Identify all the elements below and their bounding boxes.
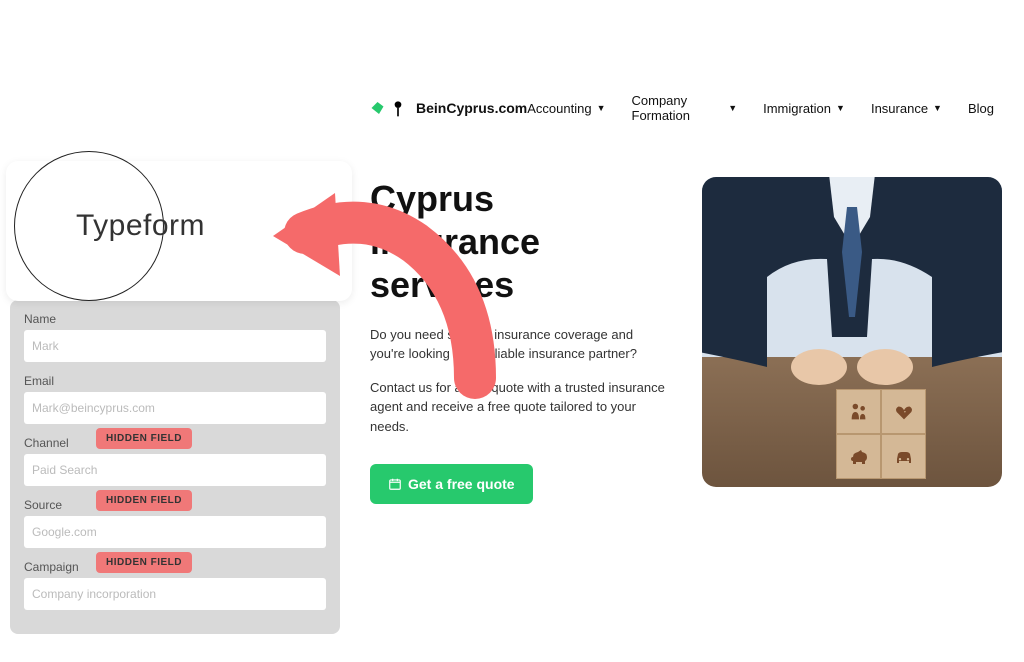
- calendar-icon: [388, 477, 402, 491]
- cube-piggy-icon: [836, 434, 881, 479]
- insurance-cubes: [836, 434, 926, 479]
- chevron-down-icon: ▼: [728, 103, 737, 113]
- cube-heart-icon: [881, 389, 926, 434]
- pointer-arrow: [265, 178, 505, 418]
- nav-item-blog[interactable]: Blog: [968, 93, 994, 123]
- typeform-title: Typeform: [76, 209, 205, 243]
- get-quote-button[interactable]: Get a free quote: [370, 464, 533, 504]
- chevron-down-icon: ▼: [836, 103, 845, 113]
- field-channel: HIDDEN FIELD Channel: [24, 436, 326, 486]
- hidden-field-badge: HIDDEN FIELD: [96, 490, 192, 511]
- nav-item-insurance[interactable]: Insurance▼: [871, 93, 942, 123]
- field-source: HIDDEN FIELD Source: [24, 498, 326, 548]
- curved-arrow-icon: [265, 178, 505, 418]
- location-dot-icon: [388, 98, 408, 118]
- input-source[interactable]: [24, 516, 326, 548]
- map-pin-icon: [370, 99, 388, 117]
- nav-item-company-formation[interactable]: Company Formation▼: [632, 93, 738, 123]
- chevron-down-icon: ▼: [597, 103, 606, 113]
- hidden-field-badge: HIDDEN FIELD: [96, 552, 192, 573]
- get-quote-label: Get a free quote: [408, 476, 515, 492]
- input-campaign[interactable]: [24, 578, 326, 610]
- site-header: BeinCyprus.com Accounting▼ Company Forma…: [240, 75, 1024, 137]
- cube-family-icon: [836, 389, 881, 434]
- cube-car-icon: [881, 434, 926, 479]
- main-nav: Accounting▼ Company Formation▼ Immigrati…: [527, 93, 994, 123]
- field-campaign: HIDDEN FIELD Campaign: [24, 560, 326, 610]
- hidden-field-badge: HIDDEN FIELD: [96, 428, 192, 449]
- chevron-down-icon: ▼: [933, 103, 942, 113]
- nav-item-accounting[interactable]: Accounting▼: [527, 93, 605, 123]
- nav-item-immigration[interactable]: Immigration▼: [763, 93, 845, 123]
- businessman-illustration: [702, 177, 1002, 417]
- insurance-cubes-top: [836, 389, 926, 434]
- input-channel[interactable]: [24, 454, 326, 486]
- brand-logo[interactable]: BeinCyprus.com: [370, 98, 527, 118]
- brand-name: BeinCyprus.com: [416, 100, 527, 116]
- hero-image: [702, 177, 1002, 487]
